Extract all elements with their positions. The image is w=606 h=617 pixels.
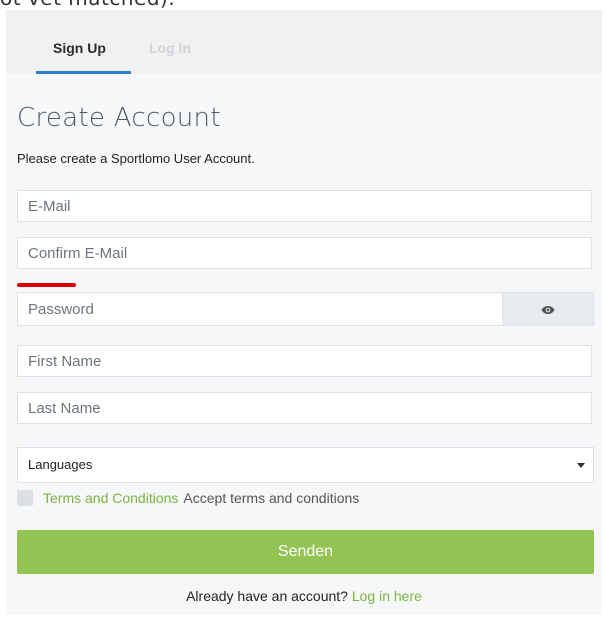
chevron-down-icon bbox=[577, 463, 585, 468]
first-name-field[interactable] bbox=[17, 345, 592, 377]
language-select[interactable]: Languages bbox=[17, 447, 594, 483]
language-select-value: Languages bbox=[28, 457, 93, 472]
signup-panel: Sign Up Log In Create Account Please cre… bbox=[6, 10, 602, 615]
terms-link[interactable]: Terms and Conditions bbox=[43, 490, 178, 506]
login-prompt: Already have an account? Log in here bbox=[6, 588, 602, 604]
tabs-bar: Sign Up Log In bbox=[6, 10, 602, 74]
login-prompt-text: Already have an account? bbox=[186, 588, 348, 604]
error-indicator bbox=[17, 283, 76, 287]
submit-button[interactable]: Senden bbox=[17, 530, 594, 574]
page-subtitle: Please create a Sportlomo User Account. bbox=[17, 151, 255, 166]
terms-label: Accept terms and conditions bbox=[183, 490, 360, 506]
active-tab-indicator bbox=[36, 71, 131, 74]
email-field[interactable] bbox=[17, 190, 592, 222]
page-title: Create Account bbox=[17, 103, 221, 133]
eye-icon bbox=[541, 300, 555, 319]
tab-log-in[interactable]: Log In bbox=[149, 40, 191, 56]
top-partial-text: ot vet matched). bbox=[0, 0, 175, 10]
terms-row: Terms and Conditions Accept terms and co… bbox=[17, 488, 359, 508]
tab-sign-up[interactable]: Sign Up bbox=[53, 40, 106, 56]
login-link[interactable]: Log in here bbox=[352, 588, 422, 604]
password-field[interactable] bbox=[17, 292, 503, 326]
confirm-email-field[interactable] bbox=[17, 237, 592, 269]
last-name-field[interactable] bbox=[17, 392, 592, 424]
terms-checkbox[interactable] bbox=[17, 490, 33, 506]
show-password-button[interactable] bbox=[502, 292, 594, 326]
password-group bbox=[17, 292, 594, 326]
